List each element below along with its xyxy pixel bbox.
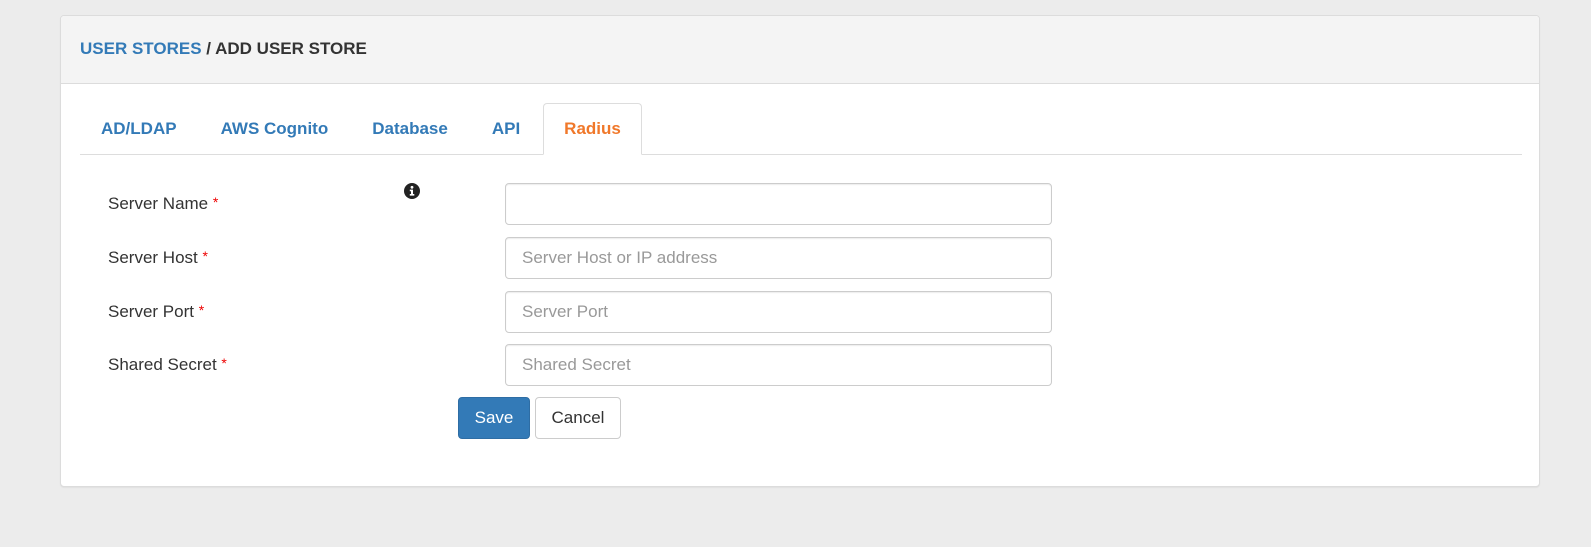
- shared-secret-row: Shared Secret *: [108, 344, 1052, 386]
- shared-secret-input[interactable]: [505, 344, 1052, 386]
- add-user-store-panel: USER STORES / ADD USER STORE AD/LDAP AWS…: [60, 15, 1540, 487]
- server-port-row: Server Port *: [108, 291, 1052, 333]
- breadcrumb-current: ADD USER STORE: [215, 39, 367, 58]
- required-marker: *: [198, 302, 205, 318]
- server-name-input[interactable]: [505, 183, 1052, 225]
- tab-aws-cognito[interactable]: AWS Cognito: [200, 103, 350, 154]
- required-marker: *: [202, 248, 208, 264]
- tab-database[interactable]: Database: [351, 103, 469, 154]
- tab-radius[interactable]: Radius: [543, 103, 642, 155]
- panel-header: USER STORES / ADD USER STORE: [61, 16, 1539, 84]
- server-host-label: Server Host *: [108, 248, 208, 267]
- tab-ad-ldap[interactable]: AD/LDAP: [80, 103, 198, 154]
- store-type-tabs: AD/LDAP AWS Cognito Database API Radius: [80, 103, 1522, 155]
- shared-secret-label: Shared Secret *: [108, 355, 227, 374]
- required-marker: *: [212, 194, 219, 210]
- server-host-input[interactable]: [505, 237, 1052, 279]
- breadcrumb: USER STORES / ADD USER STORE: [80, 39, 367, 58]
- server-name-label: Server Name *: [108, 194, 219, 213]
- breadcrumb-separator: /: [201, 39, 216, 58]
- tab-api[interactable]: API: [471, 103, 541, 154]
- server-host-row: Server Host *: [108, 237, 1052, 279]
- save-button[interactable]: Save: [458, 397, 530, 439]
- server-name-row: Server Name *: [108, 183, 1052, 225]
- server-port-label: Server Port *: [108, 302, 205, 321]
- cancel-button[interactable]: Cancel: [535, 397, 621, 439]
- server-port-input[interactable]: [505, 291, 1052, 333]
- breadcrumb-user-stores-link[interactable]: USER STORES: [80, 39, 202, 58]
- required-marker: *: [221, 355, 227, 371]
